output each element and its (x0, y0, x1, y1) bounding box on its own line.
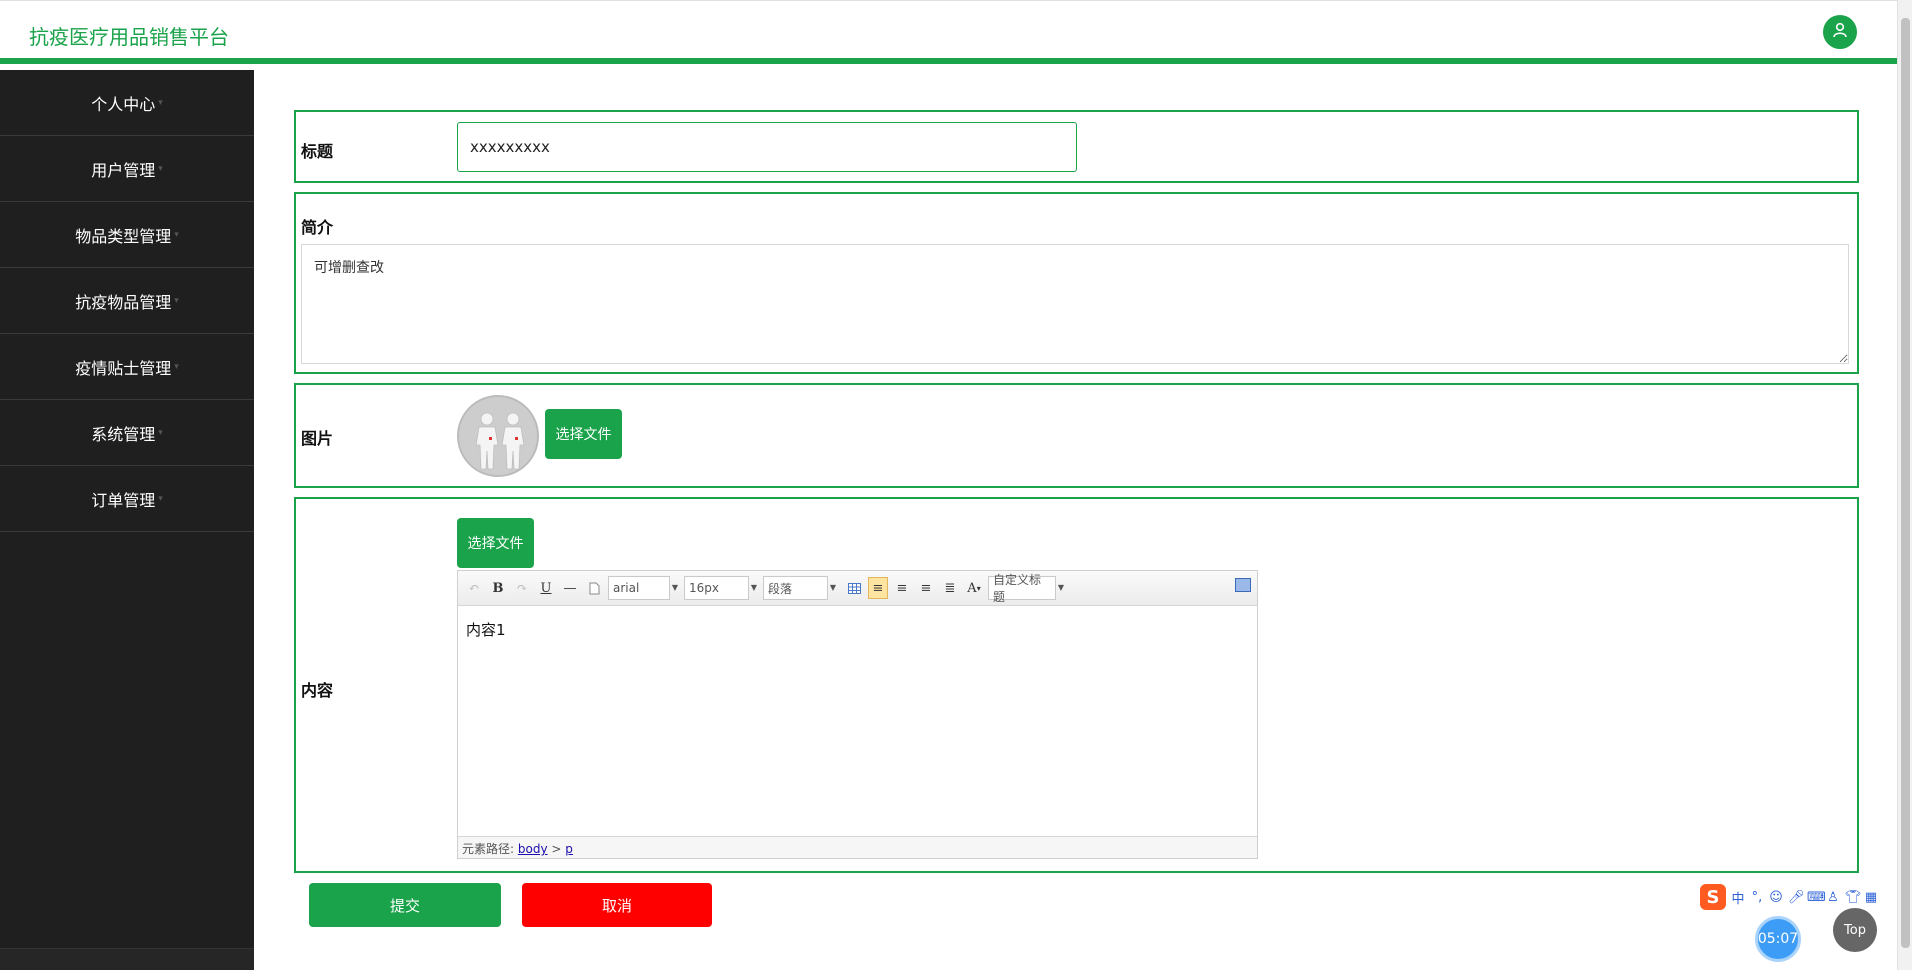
sogou-logo-icon[interactable]: S (1700, 884, 1726, 910)
microphone-icon[interactable]: 🎤︎ (1788, 890, 1805, 905)
chevron-down-icon: ▼ (1057, 583, 1064, 592)
sidebar-footer (0, 948, 254, 970)
chevron-down-icon: ▼ (671, 583, 678, 592)
align-left-icon[interactable]: ≡ (868, 577, 888, 599)
grid-menu-icon[interactable]: ▦ (1864, 890, 1878, 905)
chevron-down-icon: ▾ (158, 163, 163, 174)
horizontal-rule-icon[interactable]: — (560, 577, 580, 599)
sidebar-item-supplies-management[interactable]: 抗疫物品管理 ▾ (0, 268, 254, 334)
rich-text-editor: ↶ B ↷ U — arial ▼ 16px ▼ 段落 ▼ ≡ ≡ ≡ ≣ A … (457, 570, 1258, 859)
ime-chinese-mode[interactable]: 中 (1731, 888, 1745, 907)
undo-icon[interactable]: ↶ (464, 577, 484, 599)
sidebar-item-label: 系统管理 (91, 424, 156, 444)
font-size-value: 16px (689, 581, 719, 595)
redo-icon[interactable]: ↷ (512, 577, 532, 599)
content-label: 内容 (301, 681, 334, 700)
path-body-link[interactable]: body (518, 842, 548, 856)
chevron-down-icon: ▾ (174, 361, 179, 372)
path-separator: > (551, 842, 562, 856)
editor-body[interactable]: 内容1 (458, 607, 1257, 837)
sidebar-item-label: 抗疫物品管理 (75, 292, 172, 312)
content-field: 内容 选择文件 ↶ B ↷ U — arial ▼ 16px ▼ 段落 ▼ ≡ … (294, 497, 1859, 873)
back-to-top-button[interactable]: Top (1833, 908, 1877, 952)
intro-field: 简介 可增删查改 (294, 192, 1859, 374)
title-label: 标题 (301, 142, 334, 161)
font-size-select[interactable]: 16px ▼ (684, 576, 757, 600)
font-color-icon[interactable]: A ▾ (964, 577, 984, 599)
align-right-icon[interactable]: ≡ (892, 577, 912, 599)
sidebar-item-item-type-management[interactable]: 物品类型管理 ▾ (0, 202, 254, 268)
fullscreen-icon[interactable] (1235, 578, 1251, 592)
font-family-select[interactable]: arial ▼ (608, 576, 678, 600)
sidebar-item-label: 用户管理 (91, 160, 156, 180)
chevron-down-icon: ▾ (174, 229, 179, 240)
user-avatar[interactable] (1823, 15, 1857, 49)
align-justify-icon[interactable]: ≣ (940, 577, 960, 599)
sidebar-item-system-management[interactable]: 系统管理 ▾ (0, 400, 254, 466)
choose-content-file-button[interactable]: 选择文件 (457, 518, 534, 568)
chevron-down-icon: ▼ (750, 583, 757, 592)
underline-icon[interactable]: U (536, 577, 556, 599)
paragraph-select[interactable]: 段落 ▼ (763, 576, 836, 600)
new-document-icon[interactable] (584, 577, 604, 599)
chevron-down-icon: ▼ (829, 583, 836, 592)
editor-paragraph: 内容1 (466, 621, 506, 639)
path-p-link[interactable]: p (565, 842, 573, 856)
sidebar-item-label: 个人中心 (91, 94, 156, 114)
align-center-icon[interactable]: ≡ (916, 577, 936, 599)
editor-toolbar: ↶ B ↷ U — arial ▼ 16px ▼ 段落 ▼ ≡ ≡ ≡ ≣ A … (458, 571, 1257, 606)
intro-textarea[interactable]: 可增删查改 (301, 244, 1849, 364)
sidebar: 个人中心 ▾ 用户管理 ▾ 物品类型管理 ▾ 抗疫物品管理 ▾ 疫情贴士管理 ▾ 系统管理… (0, 70, 254, 970)
intro-label: 简介 (301, 218, 334, 237)
top-header: 抗疫医疗用品销售平台 (0, 0, 1897, 64)
clock-widget[interactable]: 05:07 (1755, 916, 1801, 962)
page-scrollbar[interactable] (1897, 0, 1912, 970)
sidebar-item-label: 疫情贴士管理 (75, 358, 172, 378)
chevron-down-icon: ▾ (174, 295, 179, 306)
scrollbar-thumb[interactable] (1901, 18, 1910, 948)
chevron-down-icon: ▾ (158, 493, 163, 504)
sidebar-item-personal-center[interactable]: 个人中心 ▾ (0, 70, 254, 136)
sidebar-item-order-management[interactable]: 订单管理 ▾ (0, 466, 254, 532)
skin-icon[interactable]: 👕︎ (1845, 890, 1862, 905)
image-field: 图片 选择文件 (294, 383, 1859, 488)
bold-icon[interactable]: B (488, 577, 508, 599)
emoji-icon[interactable]: ☺ (1769, 890, 1783, 905)
sidebar-item-tips-management[interactable]: 疫情贴士管理 ▾ (0, 334, 254, 400)
title-input[interactable] (457, 122, 1077, 172)
chevron-down-icon: ▾ (158, 97, 163, 108)
sidebar-item-user-management[interactable]: 用户管理 ▾ (0, 136, 254, 202)
table-icon[interactable] (844, 577, 864, 599)
choose-image-button[interactable]: 选择文件 (545, 409, 622, 459)
main-content: 标题 简介 可增删查改 图片 选择文件 内容 选择文件 (254, 70, 1897, 970)
element-path-label: 元素路径: (462, 842, 515, 856)
user-icon (1832, 22, 1848, 42)
image-label: 图片 (301, 429, 334, 448)
keyboard-icon[interactable]: ⌨ (1807, 890, 1826, 905)
chevron-down-icon: ▾ (158, 427, 163, 438)
ime-toolbar: S 中 °, ☺ 🎤︎ ⌨ ♙ 👕︎ ▦ (1700, 884, 1896, 910)
image-thumbnail (457, 395, 539, 477)
custom-heading-select[interactable]: 自定义标题 ▼ (988, 573, 1064, 604)
editor-statusbar: 元素路径: body > p (458, 836, 1257, 858)
custom-heading-value: 自定义标题 (993, 573, 1042, 604)
punctuation-icon[interactable]: °, (1750, 890, 1764, 905)
submit-button[interactable]: 提交 (309, 883, 501, 927)
sidebar-item-label: 物品类型管理 (75, 226, 172, 246)
paragraph-value: 段落 (768, 581, 793, 596)
brand-title[interactable]: 抗疫医疗用品销售平台 (29, 21, 229, 50)
title-field: 标题 (294, 110, 1859, 183)
user-profile-icon[interactable]: ♙ (1826, 890, 1840, 905)
cancel-button[interactable]: 取消 (522, 883, 712, 927)
sidebar-item-label: 订单管理 (91, 490, 156, 510)
font-family-value: arial (613, 581, 640, 595)
